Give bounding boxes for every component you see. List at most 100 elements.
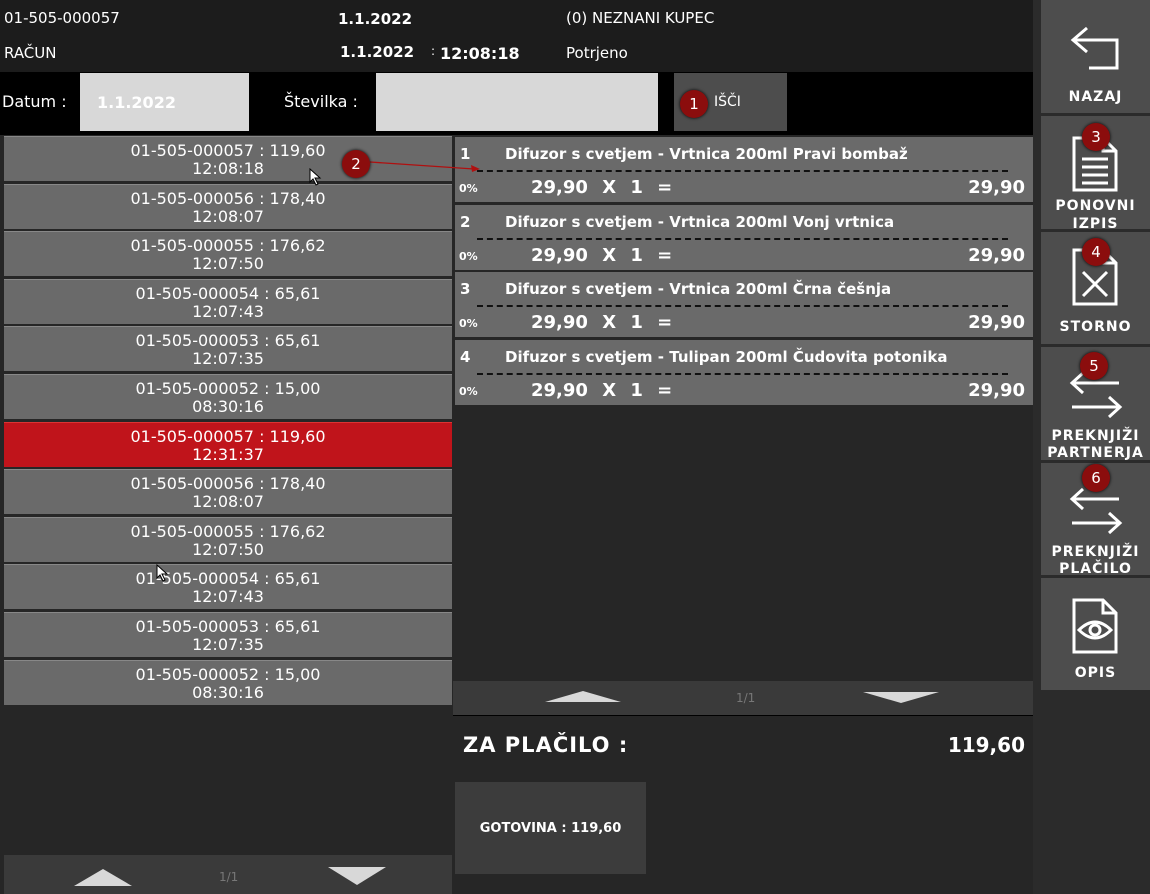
receipt-row-number-amount: 01-505-000056 : 178,40 [130, 474, 326, 494]
reprint-button-label-1: PONOVNI [1055, 198, 1136, 214]
item-price-quantity: 29,90 X 1 = [531, 312, 673, 334]
items-page-indicator: 1/1 [736, 691, 756, 705]
item-total: 29,90 [968, 244, 1025, 266]
to-pay-label: ZA PLAČILO : [463, 733, 629, 757]
mouse-cursor-icon [156, 564, 169, 582]
receipt-row[interactable]: 01-505-000056 : 178,40 12:08:07 [4, 183, 452, 229]
item-number: 3 [460, 280, 471, 299]
receipt-row[interactable]: 01-505-000053 : 65,61 12:07:35 [4, 326, 452, 372]
receipt-row-time: 12:07:50 [192, 254, 264, 274]
item-divider [477, 305, 1008, 308]
item-total: 29,90 [968, 177, 1025, 198]
payment-cash-button[interactable]: GOTOVINA : 119,60 [455, 782, 646, 874]
header-issue-date: 1.1.2022 [340, 43, 415, 61]
header-customer: (0) NEZNANI KUPEC [566, 9, 715, 27]
number-input[interactable] [376, 73, 658, 131]
to-pay-amount: 119,60 [947, 733, 1025, 757]
items-page-up-button[interactable] [545, 691, 621, 702]
description-button[interactable]: OPIS [1041, 578, 1150, 690]
item-name: Difuzor s cvetjem - Vrtnica 200ml Črna č… [505, 280, 892, 299]
receipt-row-time: 12:07:43 [192, 587, 264, 607]
rebook-payment-label-1: PREKNJIŽI [1051, 544, 1140, 560]
receipt-row[interactable]: 01-505-000053 : 65,61 12:07:35 [4, 612, 452, 657]
items-page-down-button[interactable] [863, 692, 939, 703]
header-doc-number: 01-505-000057 [4, 9, 120, 27]
receipt-row-time: 12:08:07 [192, 492, 264, 512]
annotation-badge-1: 1 [680, 90, 708, 118]
annotation-badge-3: 3 [1082, 123, 1110, 151]
document-eye-icon [1072, 598, 1118, 654]
header-time-separator: : [431, 44, 436, 58]
list-page-down-button[interactable] [328, 867, 386, 885]
item-price-quantity: 29,90 X 1 = [531, 177, 673, 198]
receipt-row-number-amount: 01-505-000055 : 176,62 [130, 236, 326, 256]
receipt-row[interactable]: 01-505-000057 : 119,60 12:31:37 [4, 421, 452, 467]
item-name: Difuzor s cvetjem - Tulipan 200ml Čudovi… [505, 348, 948, 367]
receipt-row-time: 12:07:35 [192, 349, 264, 369]
search-button-label: IŠČI [714, 94, 741, 110]
receipt-row-time: 12:31:37 [192, 444, 264, 464]
reprint-button-label-2: IZPIS [1072, 216, 1119, 232]
receipt-row-number-amount: 01-505-000052 : 15,00 [135, 379, 321, 398]
description-button-label: OPIS [1074, 665, 1117, 681]
item-price-quantity: 29,90 X 1 = [531, 380, 673, 402]
header-status: Potrjeno [566, 44, 628, 62]
receipt-row-number-amount: 01-505-000057 : 119,60 [130, 426, 326, 446]
header-time: 12:08:18 [440, 44, 520, 63]
rebook-partner-label-2: PARTNERJA [1047, 445, 1144, 461]
rebook-payment-label-2: PLAČILO [1059, 561, 1132, 577]
back-button[interactable]: NAZAJ [1041, 0, 1150, 116]
item-tax-rate: 0% [459, 385, 478, 399]
annotation-arrow [369, 161, 480, 172]
annotation-badge-5: 5 [1080, 352, 1108, 380]
receipt-row[interactable]: 01-505-000052 : 15,00 08:30:16 [4, 374, 452, 419]
receipt-item-row[interactable]: 1 Difuzor s cvetjem - Vrtnica 200ml Pravi… [455, 137, 1033, 202]
mouse-cursor-icon [309, 168, 322, 186]
receipt-row[interactable]: 01-505-000056 : 178,40 12:08:07 [4, 469, 452, 515]
receipt-row-number-amount: 01-505-000053 : 65,61 [135, 617, 321, 636]
receipt-row[interactable]: 01-505-000055 : 176,62 12:07:50 [4, 516, 452, 562]
item-tax-rate: 0% [459, 317, 478, 331]
receipt-row[interactable]: 01-505-000054 : 65,61 12:07:43 [4, 278, 452, 324]
receipt-row-time: 12:07:43 [192, 301, 264, 321]
item-tax-rate: 0% [459, 182, 478, 195]
annotation-badge-2: 2 [342, 150, 370, 178]
receipt-row-time: 08:30:16 [192, 682, 264, 702]
item-name: Difuzor s cvetjem - Vrtnica 200ml Pravi … [505, 145, 908, 163]
item-total: 29,90 [968, 312, 1025, 334]
payment-cash-label: GOTOVINA : 119,60 [479, 820, 622, 836]
item-divider [477, 373, 1008, 376]
receipt-row-number-amount: 01-505-000057 : 119,60 [130, 141, 326, 160]
header-doc-date: 1.1.2022 [338, 10, 413, 28]
receipt-item-row[interactable]: 2 Difuzor s cvetjem - Vrtnica 200ml Vonj … [455, 204, 1033, 270]
item-total: 29,90 [968, 380, 1025, 402]
receipt-row-time: 08:30:16 [192, 397, 264, 416]
receipt-item-row[interactable]: 4 Difuzor s cvetjem - Tulipan 200ml Čudov… [455, 340, 1033, 406]
document-header: 01-505-000057 1.1.2022 (0) NEZNANI KUPEC… [0, 0, 1033, 72]
back-arrow-icon [1070, 26, 1119, 70]
list-page-indicator: 1/1 [219, 870, 239, 884]
receipt-row-number-amount: 01-505-000056 : 178,40 [130, 188, 326, 208]
receipt-row[interactable]: 01-505-000054 : 65,61 12:07:43 [4, 564, 452, 610]
number-label: Številka : [284, 92, 358, 111]
item-tax-rate: 0% [459, 249, 478, 263]
receipt-row[interactable]: 01-505-000055 : 176,62 12:07:50 [4, 231, 452, 277]
receipt-row[interactable]: 01-505-000052 : 15,00 08:30:16 [4, 659, 452, 705]
storno-button-label: STORNO [1059, 319, 1132, 335]
date-label: Datum : [2, 92, 67, 111]
item-number: 4 [460, 348, 471, 367]
item-divider [477, 170, 1008, 172]
receipt-row-number-amount: 01-505-000055 : 176,62 [130, 521, 326, 541]
receipt-row-number-amount: 01-505-000054 : 65,61 [135, 283, 321, 303]
receipt-item-row[interactable]: 3 Difuzor s cvetjem - Vrtnica 200ml Črna … [455, 272, 1033, 338]
receipt-row-time: 12:07:35 [192, 635, 264, 654]
receipt-list-pager: 1/1 [4, 855, 452, 894]
rebook-partner-label-1: PREKNJIŽI [1051, 428, 1140, 444]
item-number: 2 [460, 212, 471, 231]
receipt-row-number-amount: 01-505-000052 : 15,00 [135, 664, 321, 684]
item-price-quantity: 29,90 X 1 = [531, 244, 673, 266]
items-pager: 1/1 [453, 681, 1033, 715]
date-input[interactable]: 1.1.2022 [80, 73, 249, 131]
receipt-row-number-amount: 01-505-000053 : 65,61 [135, 331, 321, 351]
list-page-up-button[interactable] [74, 869, 132, 886]
